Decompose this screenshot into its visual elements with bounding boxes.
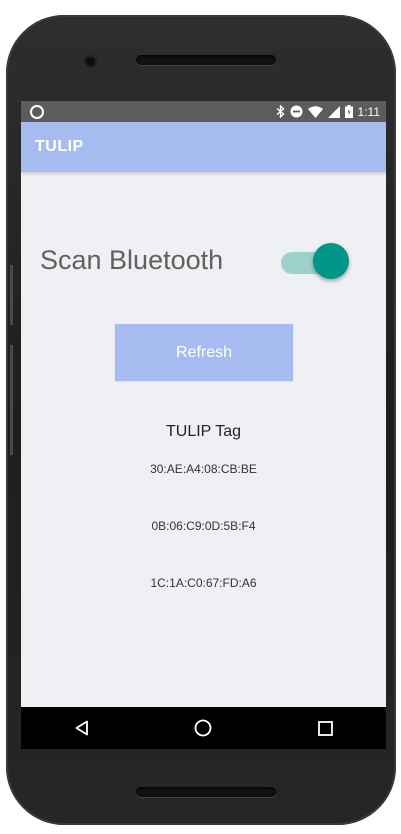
app-screen: 1:11 TULIP Scan Bluetooth Refresh TULIP … [21,101,386,749]
recents-button[interactable] [305,708,345,748]
refresh-button[interactable]: Refresh [115,324,293,381]
scan-bluetooth-label: Scan Bluetooth [40,245,224,275]
navigation-bar [21,707,386,749]
battery-icon [344,105,353,118]
status-time: 1:11 [357,104,380,119]
do-not-disturb-icon [290,105,303,118]
status-bar: 1:11 [21,101,386,122]
top-speaker [136,55,276,65]
power-button [10,345,13,455]
switch-thumb [313,243,349,279]
recents-icon [317,720,333,736]
front-camera [86,57,95,66]
sync-icon [30,105,44,119]
wifi-icon [307,105,323,118]
bluetooth-icon [276,105,285,118]
back-icon [75,720,88,736]
tulip-tag-title: TULIP Tag [165,423,241,440]
app-title: TULIP [35,138,84,155]
home-icon [195,719,212,737]
list-item[interactable]: 0B:06:C9:0D:5B:F4 [21,518,386,575]
cell-signal-icon [327,105,340,118]
list-item[interactable]: 30:AE:A4:08:CB:BE [21,461,386,518]
app-bar: TULIP [21,122,386,172]
home-button[interactable] [183,708,223,748]
back-button[interactable] [62,708,102,748]
scan-bluetooth-switch[interactable] [281,243,349,279]
volume-button [10,265,13,325]
status-icons: 1:11 [276,103,380,120]
tag-list: 30:AE:A4:08:CB:BE 0B:06:C9:0D:5B:F4 1C:1… [21,461,386,632]
bottom-speaker [136,787,276,797]
list-item[interactable]: 1C:1A:C0:67:FD:A6 [21,575,386,632]
